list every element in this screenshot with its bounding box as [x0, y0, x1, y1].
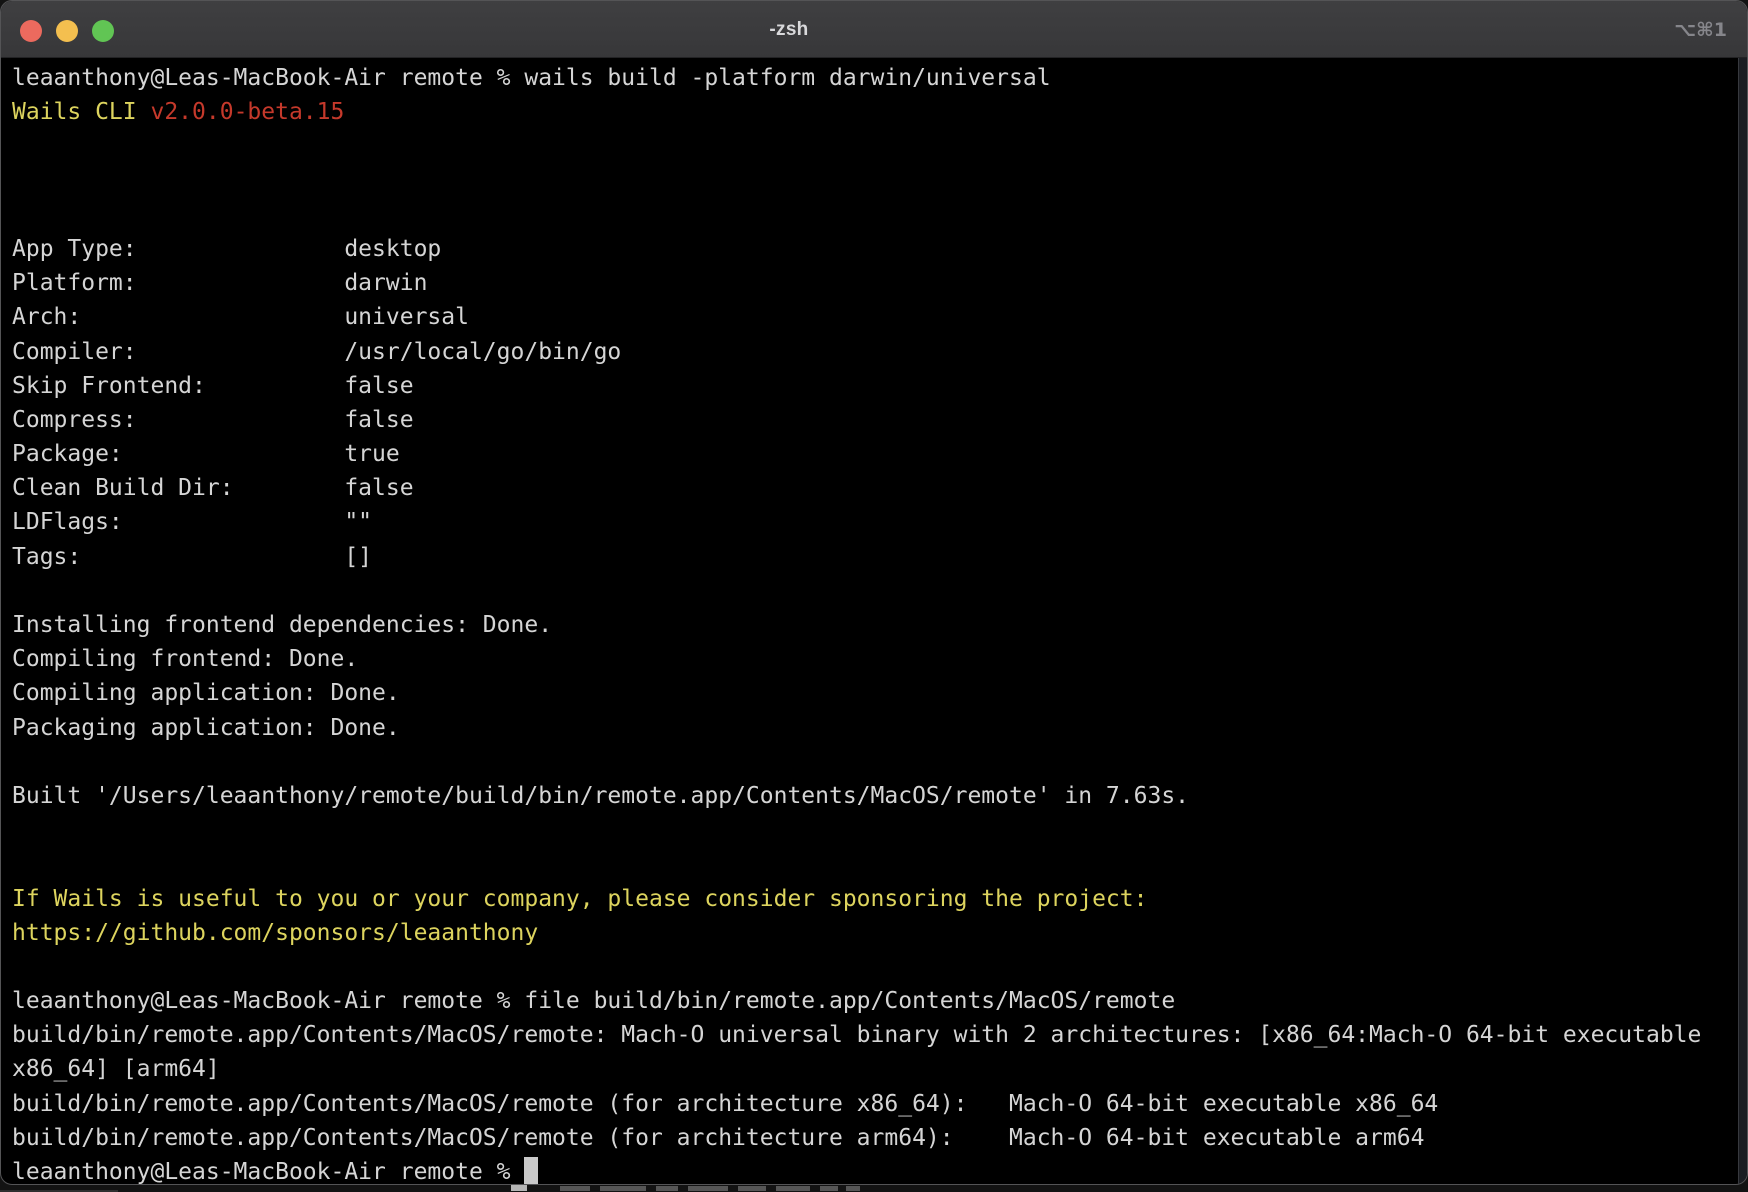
background-fragment — [846, 1186, 860, 1191]
terminal-text-segment: Package: true — [12, 441, 400, 467]
terminal-text-segment: build/bin/remote.app/Contents/MacOS/remo… — [12, 1125, 1424, 1151]
scrollbar-track[interactable] — [1738, 58, 1747, 1184]
terminal-line: build/bin/remote.app/Contents/MacOS/remo… — [12, 1121, 1738, 1155]
terminal-text-segment: Compiling application: Done. — [12, 680, 400, 706]
background-fragment — [656, 1186, 678, 1191]
terminal-text-segment: Compiler: /usr/local/go/bin/go — [12, 339, 621, 365]
background-fragment — [738, 1186, 766, 1191]
terminal-text-segment: App Type: desktop — [12, 236, 441, 262]
terminal-line: Compress: false — [12, 403, 1738, 437]
terminal-text-segment: Skip Frontend: false — [12, 373, 414, 399]
terminal-text-segment: v2.0.0-beta.15 — [150, 99, 344, 125]
terminal-line: Arch: universal — [12, 300, 1738, 334]
terminal-line: build/bin/remote.app/Contents/MacOS/remo… — [12, 1018, 1738, 1052]
terminal-line — [12, 745, 1738, 779]
terminal-line — [12, 950, 1738, 984]
terminal-text-segment: Compress: false — [12, 407, 414, 433]
terminal-output[interactable]: leaanthony@Leas-MacBook-Air remote % wai… — [1, 58, 1738, 1184]
terminal-line: Compiling application: Done. — [12, 676, 1738, 710]
terminal-line: If Wails is useful to you or your compan… — [12, 882, 1738, 916]
terminal-line: x86_64] [arm64] — [12, 1052, 1738, 1086]
background-fragment — [820, 1186, 838, 1191]
terminal-text-segment: Clean Build Dir: false — [12, 475, 414, 501]
terminal-line: Tags: [] — [12, 540, 1738, 574]
terminal-line: Packaging application: Done. — [12, 711, 1738, 745]
terminal-text-segment: Installing frontend dependencies: Done. — [12, 612, 552, 638]
terminal-line: Installing frontend dependencies: Done. — [12, 608, 1738, 642]
terminal-line: Compiling frontend: Done. — [12, 642, 1738, 676]
terminal-text-segment: Platform: darwin — [12, 270, 427, 296]
terminal-line — [12, 129, 1738, 163]
terminal-text-segment: Compiling frontend: Done. — [12, 646, 358, 672]
terminal-text-segment: leaanthony@Leas-MacBook-Air remote % fil… — [12, 988, 1175, 1014]
terminal-line — [12, 198, 1738, 232]
titlebar[interactable]: -zsh ⌥⌘1 — [1, 1, 1747, 58]
terminal-line — [12, 813, 1738, 847]
terminal-line: Platform: darwin — [12, 266, 1738, 300]
terminal-window: -zsh ⌥⌘1 leaanthony@Leas-MacBook-Air rem… — [0, 0, 1748, 1185]
terminal-line: leaanthony@Leas-MacBook-Air remote % — [12, 1155, 1738, 1184]
terminal-text-segment: leaanthony@Leas-MacBook-Air remote % — [12, 1159, 524, 1184]
background-fragment — [776, 1186, 810, 1191]
terminal-text-segment: Tags: [] — [12, 544, 372, 570]
background-fragment — [560, 1186, 590, 1191]
terminal-text-segment: build/bin/remote.app/Contents/MacOS/remo… — [12, 1022, 1701, 1048]
terminal-line: Wails CLI v2.0.0-beta.15 — [12, 95, 1738, 129]
terminal-line: leaanthony@Leas-MacBook-Air remote % fil… — [12, 984, 1738, 1018]
terminal-line: App Type: desktop — [12, 232, 1738, 266]
terminal-line: leaanthony@Leas-MacBook-Air remote % wai… — [12, 61, 1738, 95]
terminal-text-segment: LDFlags: "" — [12, 509, 372, 535]
background-fragment — [600, 1186, 646, 1191]
terminal-text-segment: build/bin/remote.app/Contents/MacOS/remo… — [12, 1091, 1438, 1117]
tab-shortcut-badge: ⌥⌘1 — [1674, 1, 1727, 58]
terminal-line — [12, 574, 1738, 608]
terminal-line: Skip Frontend: false — [12, 369, 1738, 403]
terminal-text-segment: Arch: universal — [12, 304, 469, 330]
terminal-line: Package: true — [12, 437, 1738, 471]
background-fragment — [688, 1186, 728, 1191]
terminal-line: build/bin/remote.app/Contents/MacOS/remo… — [12, 1087, 1738, 1121]
terminal-line — [12, 847, 1738, 881]
terminal-line: Compiler: /usr/local/go/bin/go — [12, 335, 1738, 369]
terminal-text-segment: Wails CLI — [12, 99, 150, 125]
terminal-line: https://github.com/sponsors/leaanthony — [12, 916, 1738, 950]
terminal-text-segment: If Wails is useful to you or your compan… — [12, 886, 1147, 912]
terminal-text-segment: Built '/Users/leaanthony/remote/build/bi… — [12, 783, 1189, 809]
terminal-text-segment: leaanthony@Leas-MacBook-Air remote % wai… — [12, 65, 1051, 91]
sponsor-url[interactable]: https://github.com/sponsors/leaanthony — [12, 920, 538, 946]
terminal-line: Built '/Users/leaanthony/remote/build/bi… — [12, 779, 1738, 813]
terminal-text-segment: x86_64] [arm64] — [12, 1056, 220, 1082]
terminal-text-segment: Packaging application: Done. — [12, 715, 400, 741]
terminal-line: Clean Build Dir: false — [12, 471, 1738, 505]
background-window-fragments — [0, 1185, 1748, 1192]
terminal-line — [12, 164, 1738, 198]
terminal-cursor — [524, 1157, 538, 1184]
window-title: -zsh — [1, 1, 1577, 58]
terminal-line: LDFlags: "" — [12, 505, 1738, 539]
background-fragment — [511, 1185, 527, 1191]
